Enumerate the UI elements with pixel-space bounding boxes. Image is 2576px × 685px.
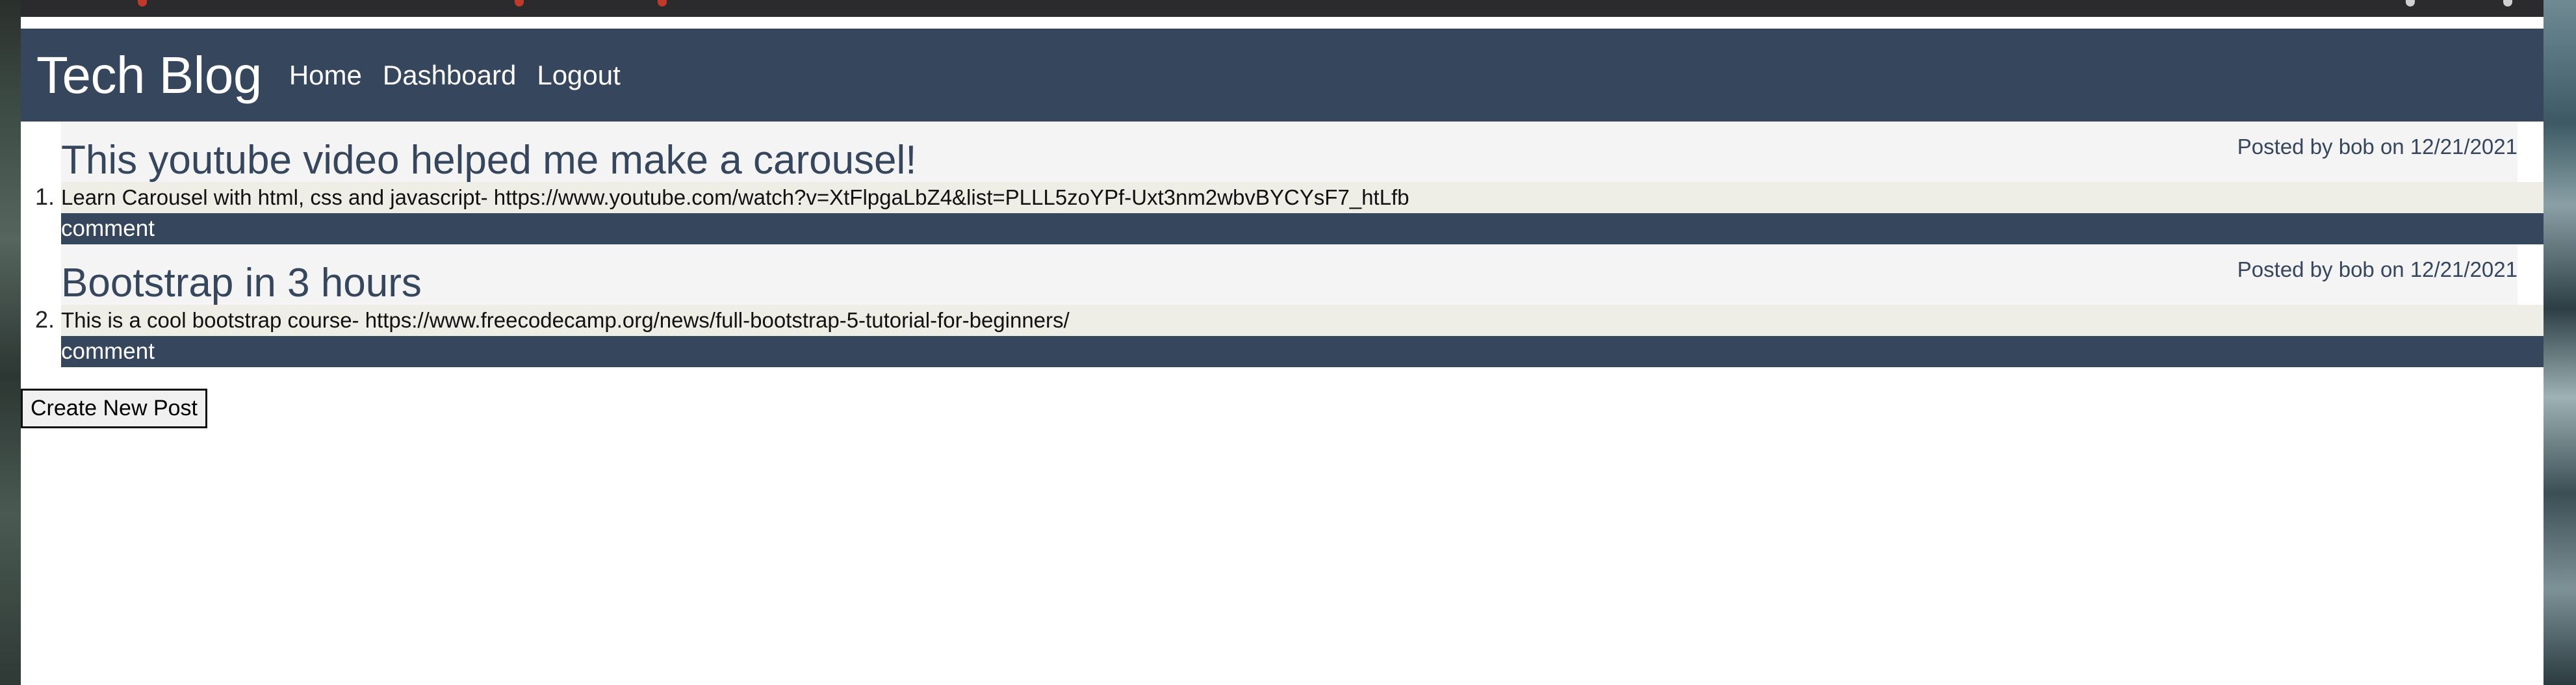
post-title[interactable]: Bootstrap in 3 hours	[61, 260, 422, 306]
post-list: This youtube video helped me make a caro…	[21, 122, 2544, 367]
browser-tab-icon[interactable]	[658, 0, 667, 6]
post-title[interactable]: This youtube video helped me make a caro…	[61, 137, 917, 183]
comment-button[interactable]: comment	[61, 213, 2544, 244]
post-header: Bootstrap in 3 hours Posted by bob on 12…	[61, 244, 2518, 305]
main-nav: Home Dashboard Logout	[289, 60, 641, 91]
post-meta: Posted by bob on 12/21/2021	[2237, 135, 2518, 159]
browser-tab-icon[interactable]	[138, 0, 147, 6]
create-new-post-button[interactable]: Create New Post	[21, 389, 207, 428]
nav-dashboard-link[interactable]: Dashboard	[383, 60, 516, 91]
post-meta: Posted by bob on 12/21/2021	[2237, 257, 2518, 281]
nav-logout-link[interactable]: Logout	[537, 60, 620, 91]
site-header: Tech Blog Home Dashboard Logout	[21, 29, 2544, 122]
browser-toolbar-strip	[21, 0, 2544, 17]
browser-tab-icon[interactable]	[515, 0, 524, 6]
post-header: This youtube video helped me make a caro…	[61, 122, 2518, 183]
nav-home-link[interactable]: Home	[289, 60, 362, 91]
browser-menu-icon[interactable]	[2503, 0, 2512, 6]
post-item: This youtube video helped me make a caro…	[61, 122, 2544, 244]
browser-extension-icon[interactable]	[2406, 0, 2415, 6]
post-body: This is a cool bootstrap course- https:/…	[61, 305, 2544, 336]
post-body: Learn Carousel with html, css and javasc…	[61, 182, 2544, 213]
comment-button[interactable]: comment	[61, 336, 2544, 367]
post-item: Bootstrap in 3 hours Posted by bob on 12…	[61, 244, 2544, 367]
blog-page: Tech Blog Home Dashboard Logout This you…	[21, 17, 2544, 685]
desktop-wallpaper-right	[2544, 0, 2576, 685]
site-title[interactable]: Tech Blog	[36, 45, 262, 105]
page-top-gap	[21, 17, 2544, 29]
desktop-wallpaper-left	[0, 0, 21, 685]
